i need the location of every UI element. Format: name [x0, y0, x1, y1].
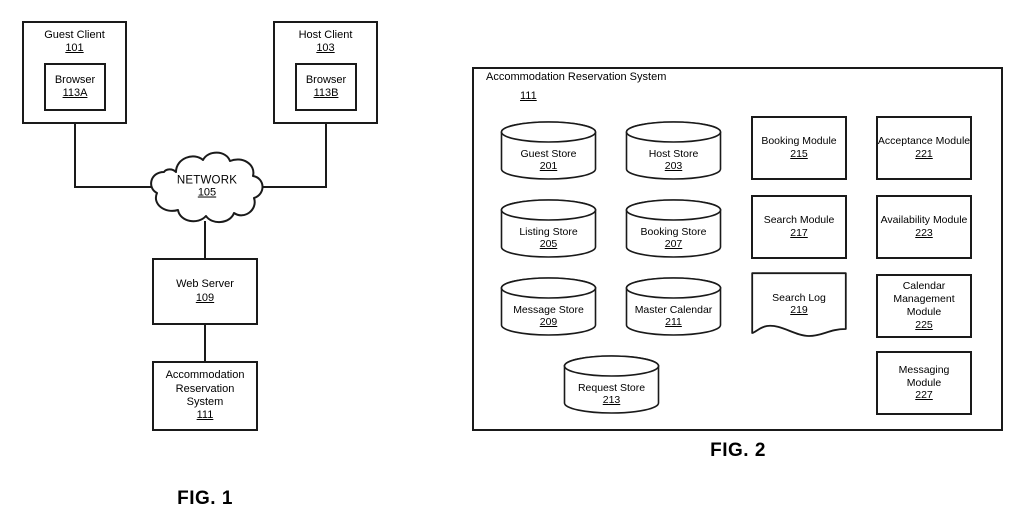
web-server-box: Web Server 109	[152, 258, 258, 325]
search-module-box: Search Module 217	[751, 195, 847, 259]
messaging-module-label-line1: Messaging	[898, 363, 950, 376]
search-module-label: Search Module	[763, 214, 835, 227]
calendar-management-module-box: Calendar Management Module 225	[876, 274, 972, 338]
calendar-management-module-label-line3: Module	[906, 306, 942, 318]
host-client-ref: 103	[316, 42, 335, 55]
search-log-document: Search Log 219	[751, 272, 847, 340]
booking-module-box: Booking Module 215	[751, 116, 847, 180]
host-browser-label: Browser	[305, 73, 347, 86]
request-store-cylinder: Request Store 213	[563, 355, 660, 414]
connector-host-client-horizontal	[258, 186, 327, 188]
figure-2-frame-title: Accommodation Reservation System 111	[486, 71, 786, 105]
ars-ref: 111	[196, 409, 214, 422]
acceptance-module-ref: 221	[915, 148, 933, 160]
messaging-module-label-line2: Module	[906, 376, 942, 389]
connector-host-client-vertical	[325, 124, 327, 187]
figure-2-caption: FIG. 2	[710, 440, 766, 461]
availability-module-ref: 223	[915, 227, 933, 239]
guest-browser-label: Browser	[54, 73, 96, 86]
master-calendar-cylinder: Master Calendar 211	[625, 277, 722, 336]
ars-label-line2: Reservation	[175, 382, 235, 395]
booking-module-ref: 215	[790, 148, 808, 160]
web-server-ref: 109	[195, 291, 215, 304]
messaging-module-ref: 227	[915, 389, 933, 402]
guest-client-label: Guest Client	[44, 29, 105, 41]
ars-label-line1: Accommodation	[165, 369, 245, 382]
host-browser-box: Browser 113B	[295, 63, 357, 111]
figure-1: Guest Client 101 Browser 113A Host Clien…	[0, 0, 440, 529]
host-client-label: Host Client	[298, 29, 353, 41]
host-browser-ref: 113B	[313, 87, 339, 99]
network-cloud: NETWORK 105	[146, 148, 268, 226]
availability-module-label: Availability Module	[880, 214, 968, 227]
calendar-management-module-ref: 225	[915, 318, 933, 331]
guest-client-ref: 101	[65, 42, 84, 55]
figure-1-caption: FIG. 1	[177, 488, 233, 509]
figure-2-title-ref: 111	[520, 89, 537, 102]
booking-store-cylinder: Booking Store 207	[625, 199, 722, 258]
connector-network-to-web-server	[204, 221, 206, 259]
connector-guest-client-horizontal	[74, 186, 156, 188]
figure-2: Accommodation Reservation System 111 Gue…	[440, 0, 1024, 529]
acceptance-module-label: Acceptance Module	[877, 135, 971, 148]
host-store-cylinder: Host Store 203	[625, 121, 722, 180]
connector-guest-client-vertical	[74, 124, 76, 187]
booking-module-label: Booking Module	[761, 135, 837, 148]
calendar-management-module-label-line2: Management	[893, 293, 955, 306]
message-store-cylinder: Message Store 209	[500, 277, 597, 336]
accommodation-reservation-system-box: Accommodation Reservation System 111	[152, 361, 258, 431]
figure-2-title-label: Accommodation Reservation System	[486, 71, 667, 83]
calendar-management-module-label-line1: Calendar	[902, 280, 946, 293]
ars-label-line3: System	[186, 396, 224, 408]
guest-store-cylinder: Guest Store 201	[500, 121, 597, 180]
guest-browser-box: Browser 113A	[44, 63, 106, 111]
web-server-label: Web Server	[176, 278, 234, 291]
acceptance-module-box: Acceptance Module 221	[876, 116, 972, 180]
search-module-ref: 217	[790, 227, 808, 239]
connector-web-server-to-ars	[204, 324, 206, 362]
listing-store-cylinder: Listing Store 205	[500, 199, 597, 258]
messaging-module-box: Messaging Module 227	[876, 351, 972, 415]
guest-browser-ref: 113A	[62, 87, 88, 99]
availability-module-box: Availability Module 223	[876, 195, 972, 259]
